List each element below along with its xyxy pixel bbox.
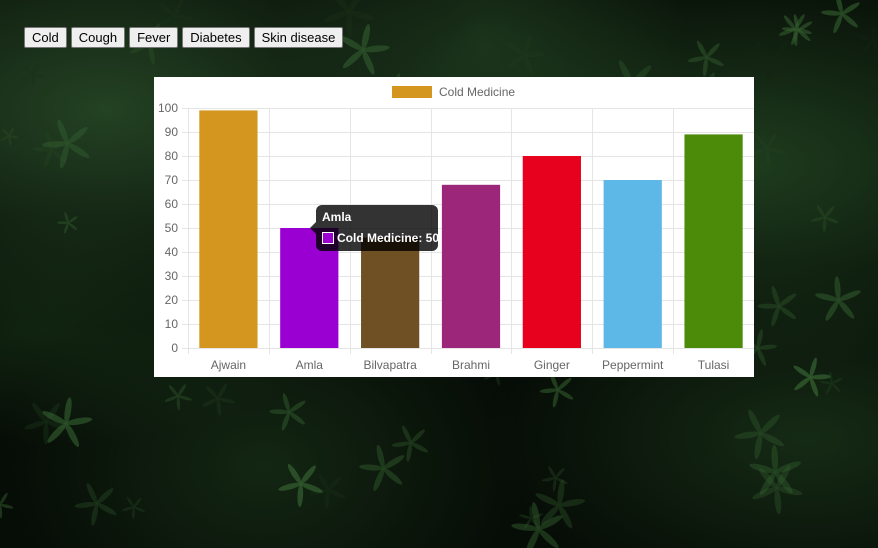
leaf-decoration	[757, 285, 797, 327]
bar-chart: 0 10 20 30 40 50 60 70 80 90 100 Ajwain Amla Bilvapa…	[158, 85, 754, 372]
leaf-decoration	[687, 40, 724, 77]
leaf-decoration	[734, 409, 784, 460]
y-tick-label: 0	[171, 341, 178, 355]
leaf-decoration	[339, 24, 390, 75]
chart-canvas[interactable]: 0 10 20 30 40 50 60 70 80 90 100 Ajwain Amla Bilvapa…	[154, 77, 754, 377]
x-tick-label: Ajwain	[211, 358, 246, 372]
bar-ajwain[interactable]	[199, 110, 258, 349]
diabetes-button[interactable]: Diabetes	[182, 27, 250, 48]
disease-button-bar: Cold Cough Fever Diabetes Skin disease	[24, 27, 344, 48]
leaf-decoration	[819, 371, 843, 395]
chart-legend: Cold Medicine	[392, 85, 515, 99]
tooltip-title: Amla	[322, 210, 352, 224]
bar-ginger[interactable]	[522, 156, 581, 348]
y-tick-label: 10	[165, 317, 179, 331]
y-tick-label: 80	[165, 149, 179, 163]
bar-brahmi[interactable]	[441, 184, 501, 348]
leaf-decoration	[858, 25, 878, 55]
skin-disease-button[interactable]: Skin disease	[253, 27, 344, 48]
leaf-decoration	[202, 383, 235, 416]
tooltip-row: Cold Medicine: 50	[322, 231, 439, 245]
cough-button[interactable]: Cough	[70, 27, 126, 48]
bar-tooltip: Amla Cold Medicine: 50	[310, 205, 439, 251]
leaf-decoration	[0, 127, 20, 147]
leaf-decoration	[278, 464, 323, 507]
bar-peppermint[interactable]	[603, 180, 662, 348]
leaf-decoration	[164, 384, 192, 411]
legend-swatch[interactable]	[392, 86, 432, 98]
cold-button[interactable]: Cold	[24, 27, 67, 48]
x-tick-label: Tulasi	[698, 358, 730, 372]
leaf-decoration	[21, 63, 45, 87]
bar-tulasi[interactable]	[684, 134, 743, 348]
leaf-decoration	[359, 444, 405, 492]
leaf-decoration	[778, 14, 812, 47]
y-tick-label: 70	[165, 173, 179, 187]
leaf-decoration	[269, 393, 306, 431]
fever-button[interactable]: Fever	[129, 27, 179, 48]
y-tick-label: 100	[158, 101, 178, 115]
y-tick-label: 60	[165, 197, 179, 211]
x-tick-label: Ginger	[534, 358, 570, 372]
chart-bars	[199, 110, 743, 349]
y-tick-label: 50	[165, 221, 179, 235]
legend-label[interactable]: Cold Medicine	[439, 85, 515, 99]
leaf-decoration	[793, 357, 831, 397]
leaf-decoration	[810, 205, 839, 232]
y-tick-label: 30	[165, 269, 179, 283]
tooltip-color-swatch	[322, 232, 334, 244]
x-tick-label: Amla	[296, 358, 324, 372]
leaf-decoration	[56, 211, 78, 234]
x-tick-label: Peppermint	[602, 358, 664, 372]
bar-bilvapatra[interactable]	[361, 237, 420, 348]
leaf-decoration	[121, 496, 146, 520]
leaf-decoration	[0, 492, 14, 519]
leaf-decoration	[815, 276, 861, 321]
leaf-decoration	[74, 483, 117, 526]
x-tick-label: Brahmi	[452, 358, 490, 372]
x-axis-ticks: Ajwain Amla Bilvapatra Brahmi Ginger Peppermi…	[211, 358, 730, 372]
y-tick-label: 20	[165, 293, 179, 307]
x-tick-label: Bilvapatra	[363, 358, 417, 372]
leaf-decoration	[541, 466, 568, 492]
leaf-decoration	[821, 0, 860, 34]
tooltip-label: Cold Medicine: 50	[337, 231, 440, 245]
y-tick-label: 90	[165, 125, 179, 139]
y-axis-ticks: 0 10 20 30 40 50 60 70 80 90 100	[158, 101, 178, 355]
y-tick-label: 40	[165, 245, 179, 259]
